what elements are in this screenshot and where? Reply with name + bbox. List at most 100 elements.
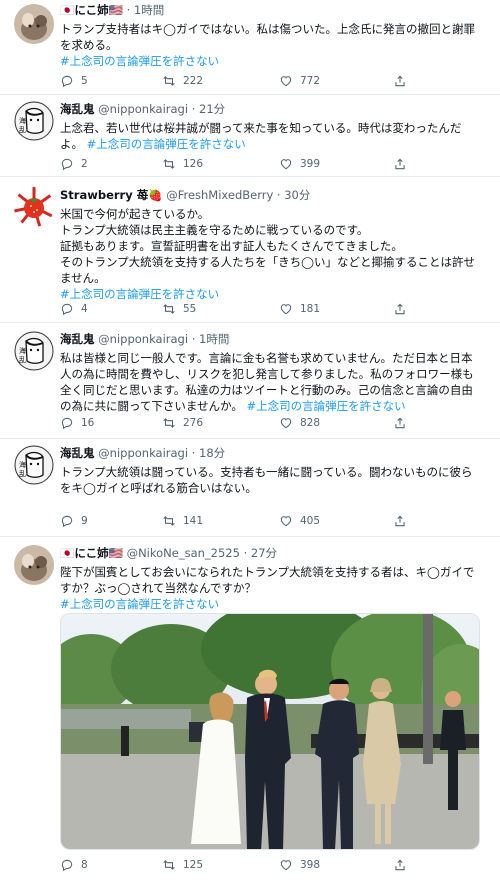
tweet-photo[interactable] xyxy=(60,613,480,850)
timestamp-text: 1時間 xyxy=(133,3,165,17)
reply-icon xyxy=(61,515,73,528)
reply-count: 8 xyxy=(81,859,88,871)
display-name[interactable]: 🇯🇵にこ姉🇺🇸 xyxy=(60,3,123,17)
handle[interactable]: @nipponkairagi xyxy=(98,446,188,460)
reply-button[interactable]: 9 xyxy=(60,512,88,530)
tweet-header: 海乱鬼 @nipponkairagi · 1時間 xyxy=(60,331,486,347)
like-button[interactable]: 405 xyxy=(279,512,320,530)
share-button[interactable] xyxy=(393,414,407,432)
hashtag-link[interactable]: #上念司の言論弾圧を許さない xyxy=(60,596,486,612)
reply-button[interactable]: 4 xyxy=(60,300,88,318)
share-button[interactable] xyxy=(393,72,407,90)
like-button[interactable]: 181 xyxy=(279,300,320,318)
tweet-actions: 9 141 405 xyxy=(60,512,440,530)
reply-count: 2 xyxy=(81,158,88,170)
heart-icon xyxy=(280,860,292,871)
reply-button[interactable]: 8 xyxy=(60,856,88,874)
retweet-icon xyxy=(163,76,175,86)
tweet-header: 🇯🇵にこ姉🇺🇸 · 1時間 xyxy=(60,2,486,18)
tweet-actions: 4 55 181 xyxy=(60,300,440,318)
retweet-icon xyxy=(163,304,175,314)
handle[interactable]: @NikoNe_san_2525 xyxy=(127,546,240,560)
avatar[interactable] xyxy=(14,4,54,44)
timestamp-text: 27分 xyxy=(250,546,278,560)
tweet-text: 私は皆様と同じ一般人です。言論に金も名誉も求めていません。ただ日本と日本 人の為… xyxy=(60,350,486,414)
share-button[interactable] xyxy=(393,155,407,173)
retweet-button[interactable]: 222 xyxy=(162,72,203,90)
display-name[interactable]: 海乱鬼 xyxy=(60,332,95,346)
like-count: 399 xyxy=(300,158,321,170)
tweet[interactable]: 海乱 海乱鬼 @nipponkairagi · 18分 トランプ大統領は闘ってい… xyxy=(0,439,500,537)
tweet-actions: 5 222 772 xyxy=(60,72,440,90)
tweet-header: 海乱鬼 @nipponkairagi · 18分 xyxy=(60,445,486,461)
timestamp-text: 21分 xyxy=(199,102,226,116)
share-icon xyxy=(395,303,405,315)
tweet-actions: 16 276 828 xyxy=(60,414,440,432)
timestamp-text: 1時間 xyxy=(199,332,230,346)
timestamp[interactable]: · 27分 xyxy=(244,546,277,560)
hashtag-link[interactable]: #上念司の言論弾圧を許さない xyxy=(60,53,486,69)
display-name[interactable]: Strawberry 苺🍓 xyxy=(60,188,163,202)
timestamp[interactable]: · 30分 xyxy=(277,188,310,202)
display-name[interactable]: 海乱鬼 xyxy=(60,102,95,116)
display-name[interactable]: 🇯🇵にこ姉🇺🇸 xyxy=(60,546,123,560)
retweet-button[interactable]: 126 xyxy=(162,155,203,173)
tweet-line: すか？ぶっ◯されて当然なんですか？ xyxy=(60,581,256,595)
tweet[interactable]: 海乱 海乱鬼 @nipponkairagi · 1時間 私は皆様と同じ一般人です… xyxy=(0,323,500,439)
avatar[interactable] xyxy=(14,545,54,585)
tweet-line: ません。 xyxy=(60,271,106,285)
share-button[interactable] xyxy=(393,512,407,530)
retweet-button[interactable]: 276 xyxy=(162,414,203,432)
like-button[interactable]: 398 xyxy=(279,856,320,874)
reply-icon xyxy=(61,859,73,872)
retweet-icon xyxy=(163,516,175,526)
reply-button[interactable]: 16 xyxy=(60,414,94,432)
hashtag-link[interactable]: #上念司の言論弾圧を許さない xyxy=(247,399,406,413)
tweet-header: Strawberry 苺🍓 @FreshMixedBerry · 30分 xyxy=(60,187,486,203)
retweet-count: 141 xyxy=(183,515,204,527)
like-button[interactable]: 828 xyxy=(279,414,320,432)
share-button[interactable] xyxy=(393,300,407,318)
tweet-line: 上念君、若い世代は桜井誠が闘って来た事を知っている。時代は変わったんだ xyxy=(60,121,462,135)
reply-button[interactable]: 2 xyxy=(60,155,88,173)
svg-text:乱: 乱 xyxy=(19,355,26,364)
retweet-count: 276 xyxy=(183,417,204,429)
retweet-button[interactable]: 141 xyxy=(162,512,203,530)
tweet-text: 米国で今何が起きているか。 トランプ大統領は民主主義を守るために戦っているのです… xyxy=(60,206,486,302)
timestamp[interactable]: · 18分 xyxy=(192,446,225,460)
tweet-text: 陛下が国賓としてお会いになられたトランプ大統領を支持する者は、キ◯ガイで すか？… xyxy=(60,564,486,612)
tweet[interactable]: 🇯🇵にこ姉🇺🇸 · 1時間 トランプ支持者はキ◯ガイではない。私は傷ついた。上念… xyxy=(0,0,500,95)
tweet-text: 上念君、若い世代は桜井誠が闘って来た事を知っている。時代は変わったんだ よ。 #… xyxy=(60,120,486,152)
avatar[interactable] xyxy=(14,187,54,227)
timestamp[interactable]: · 21分 xyxy=(192,102,225,116)
svg-text:海: 海 xyxy=(19,346,26,355)
reply-count: 4 xyxy=(81,303,88,315)
like-button[interactable]: 399 xyxy=(279,155,320,173)
svg-text:乱: 乱 xyxy=(19,469,26,478)
reply-count: 9 xyxy=(81,515,88,527)
avatar[interactable]: 海乱 xyxy=(14,101,54,141)
like-button[interactable]: 772 xyxy=(279,72,320,90)
reply-button[interactable]: 5 xyxy=(60,72,88,90)
tweet[interactable]: 海乱 海乱鬼 @nipponkairagi · 21分 上念君、若い世代は桜井誠… xyxy=(0,95,500,177)
retweet-count: 126 xyxy=(183,158,204,170)
handle[interactable]: @nipponkairagi xyxy=(98,332,188,346)
like-count: 398 xyxy=(300,859,321,871)
avatar[interactable]: 海乱 xyxy=(14,445,54,485)
tweet-line: 証拠もあります。宣誓証明書を出す証人もたくさんでてきました。 xyxy=(60,239,403,253)
timestamp[interactable]: · 1時間 xyxy=(127,3,165,17)
display-name[interactable]: 海乱鬼 xyxy=(60,446,95,460)
svg-text:海: 海 xyxy=(19,116,26,125)
handle[interactable]: @nipponkairagi xyxy=(98,102,188,116)
retweet-button[interactable]: 55 xyxy=(162,300,196,318)
tweet[interactable]: 🇯🇵にこ姉🇺🇸 @NikoNe_san_2525 · 27分 陛下が国賓としてお… xyxy=(0,537,500,881)
avatar[interactable]: 海乱 xyxy=(14,331,54,371)
timestamp[interactable]: · 1時間 xyxy=(192,332,230,346)
tweet-line: をキ◯ガイと呼ばれる筋合いはない。 xyxy=(60,481,257,495)
like-count: 405 xyxy=(300,515,321,527)
retweet-button[interactable]: 125 xyxy=(162,856,203,874)
hashtag-link[interactable]: #上念司の言論弾圧を許さない xyxy=(87,137,246,151)
handle[interactable]: @FreshMixedBerry xyxy=(166,188,273,202)
tweet[interactable]: Strawberry 苺🍓 @FreshMixedBerry · 30分 米国で… xyxy=(0,177,500,323)
share-button[interactable] xyxy=(393,856,407,874)
